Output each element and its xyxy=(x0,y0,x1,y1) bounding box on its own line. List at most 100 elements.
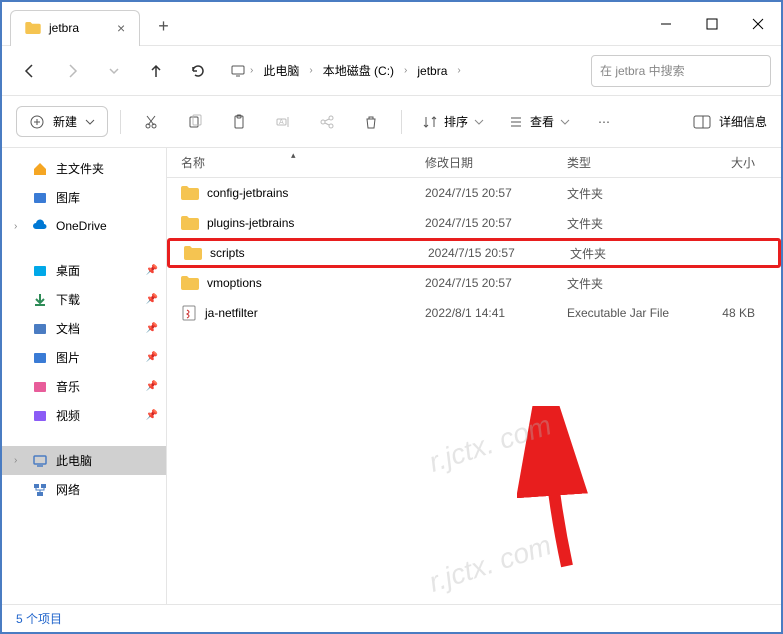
breadcrumb-item[interactable]: 此电脑 xyxy=(257,58,305,83)
chevron-right-icon: › xyxy=(14,221,17,232)
pin-icon: 📌 xyxy=(146,410,158,421)
sidebar-item[interactable]: 视频 📌 xyxy=(2,401,166,430)
rename-button[interactable]: A xyxy=(265,104,301,140)
sidebar-item[interactable]: 主文件夹 xyxy=(2,154,166,183)
cut-button[interactable] xyxy=(133,104,169,140)
more-button[interactable]: ⋯ xyxy=(586,104,622,140)
view-label: 查看 xyxy=(530,113,554,130)
sidebar-item-label: 图片 xyxy=(56,349,80,366)
file-row[interactable]: ja-netfilter 2022/8/1 14:41Executable Jar… xyxy=(167,298,781,328)
pin-icon: 📌 xyxy=(146,352,158,363)
file-name: vmoptions xyxy=(207,276,262,290)
picture-icon xyxy=(32,350,48,366)
new-tab-button[interactable]: + xyxy=(158,16,169,37)
pin-icon: 📌 xyxy=(146,294,158,305)
file-name: scripts xyxy=(210,246,245,260)
toolbar: 新建 A 排序 查看 ⋯ 详细信息 xyxy=(2,96,781,148)
minimize-button[interactable] xyxy=(643,8,689,40)
file-row[interactable]: scripts 2024/7/15 20:57文件夹 xyxy=(167,238,781,268)
column-type[interactable]: 类型 xyxy=(567,154,695,171)
file-date: 2024/7/15 20:57 xyxy=(428,246,570,260)
svg-text:A: A xyxy=(279,119,284,126)
new-button[interactable]: 新建 xyxy=(16,106,108,137)
separator xyxy=(401,110,402,134)
navbar: › 此电脑 › 本地磁盘 (C:) › jetbra › 在 jetbra 中搜… xyxy=(2,46,781,96)
sidebar-item-label: 此电脑 xyxy=(56,452,92,469)
cloud-icon xyxy=(32,218,48,234)
plus-circle-icon xyxy=(29,114,45,130)
tab-close-icon[interactable]: × xyxy=(117,20,125,36)
chevron-right-icon: › xyxy=(250,65,253,76)
window-tab[interactable]: jetbra × xyxy=(10,10,140,46)
file-type: 文件夹 xyxy=(567,185,695,202)
file-type: 文件夹 xyxy=(570,245,698,262)
forward-button[interactable] xyxy=(54,53,90,89)
sidebar: 主文件夹图库›OneDrive桌面📌下载📌文档📌图片📌音乐📌视频📌›此电脑网络 xyxy=(2,148,167,604)
titlebar: jetbra × + xyxy=(2,2,781,46)
window-controls xyxy=(643,8,781,40)
sidebar-item[interactable]: 网络 xyxy=(2,475,166,504)
folder-icon xyxy=(181,216,199,230)
sidebar-item[interactable]: 下载 📌 xyxy=(2,285,166,314)
sidebar-item[interactable]: 图片 📌 xyxy=(2,343,166,372)
new-label: 新建 xyxy=(53,113,77,130)
breadcrumb[interactable]: › 此电脑 › 本地磁盘 (C:) › jetbra › xyxy=(222,54,585,88)
paste-button[interactable] xyxy=(221,104,257,140)
sidebar-item[interactable]: › 此电脑 xyxy=(2,446,166,475)
maximize-button[interactable] xyxy=(689,8,735,40)
sort-icon xyxy=(422,114,438,130)
delete-button[interactable] xyxy=(353,104,389,140)
home-icon xyxy=(32,161,48,177)
file-date: 2024/7/15 20:57 xyxy=(425,216,567,230)
sidebar-item-label: 视频 xyxy=(56,407,80,424)
file-row[interactable]: config-jetbrains 2024/7/15 20:57文件夹 xyxy=(167,178,781,208)
tab-title: jetbra xyxy=(49,21,79,35)
copy-button[interactable] xyxy=(177,104,213,140)
up-button[interactable] xyxy=(138,53,174,89)
statusbar: 5 个项目 xyxy=(2,604,781,632)
search-input[interactable]: 在 jetbra 中搜索 xyxy=(591,55,771,87)
sidebar-item[interactable]: 文档📌 xyxy=(2,314,166,343)
breadcrumb-item[interactable]: 本地磁盘 (C:) xyxy=(317,58,400,83)
main: 主文件夹图库›OneDrive桌面📌下载📌文档📌图片📌音乐📌视频📌›此电脑网络 … xyxy=(2,148,781,604)
share-button[interactable] xyxy=(309,104,345,140)
file-size: 48 KB xyxy=(695,306,755,320)
file-date: 2022/8/1 14:41 xyxy=(425,306,567,320)
view-button[interactable]: 查看 xyxy=(500,107,578,136)
details-button[interactable]: 详细信息 xyxy=(693,113,767,130)
sidebar-item[interactable]: 音乐📌 xyxy=(2,372,166,401)
file-type: 文件夹 xyxy=(567,275,695,292)
details-icon xyxy=(693,115,711,129)
file-type: Executable Jar File xyxy=(567,306,695,320)
sidebar-item-label: 网络 xyxy=(56,481,80,498)
close-button[interactable] xyxy=(735,8,781,40)
chevron-down-icon xyxy=(560,117,570,127)
chevron-down-icon xyxy=(85,117,95,127)
column-size[interactable]: 大小 xyxy=(695,154,755,171)
sort-button[interactable]: 排序 xyxy=(414,107,492,136)
refresh-button[interactable] xyxy=(180,53,216,89)
column-date[interactable]: 修改日期 xyxy=(425,154,567,171)
sidebar-item-label: OneDrive xyxy=(56,219,107,233)
column-headers: 名称▴ 修改日期 类型 大小 xyxy=(167,148,781,178)
breadcrumb-item[interactable]: jetbra xyxy=(411,60,453,82)
content: 名称▴ 修改日期 类型 大小 config-jetbrains 2024/7/15… xyxy=(167,148,781,604)
pin-icon: 📌 xyxy=(146,323,158,334)
file-date: 2024/7/15 20:57 xyxy=(425,276,567,290)
sidebar-item[interactable]: 桌面📌 xyxy=(2,256,166,285)
sidebar-item[interactable]: 图库 xyxy=(2,183,166,212)
jar-icon xyxy=(181,305,197,321)
file-name: ja-netfilter xyxy=(205,306,258,320)
sidebar-item-label: 下载 xyxy=(56,291,80,308)
file-name: config-jetbrains xyxy=(207,186,288,200)
folder-icon xyxy=(25,22,41,34)
pin-icon: 📌 xyxy=(146,381,158,392)
file-date: 2024/7/15 20:57 xyxy=(425,186,567,200)
chevron-down-icon[interactable] xyxy=(96,53,132,89)
file-row[interactable]: plugins-jetbrains2024/7/15 20:57文件夹 xyxy=(167,208,781,238)
column-name[interactable]: 名称▴ xyxy=(181,154,425,171)
back-button[interactable] xyxy=(12,53,48,89)
sidebar-item[interactable]: › OneDrive xyxy=(2,212,166,240)
chevron-right-icon: › xyxy=(14,455,17,466)
file-row[interactable]: vmoptions 2024/7/15 20:57文件夹 xyxy=(167,268,781,298)
